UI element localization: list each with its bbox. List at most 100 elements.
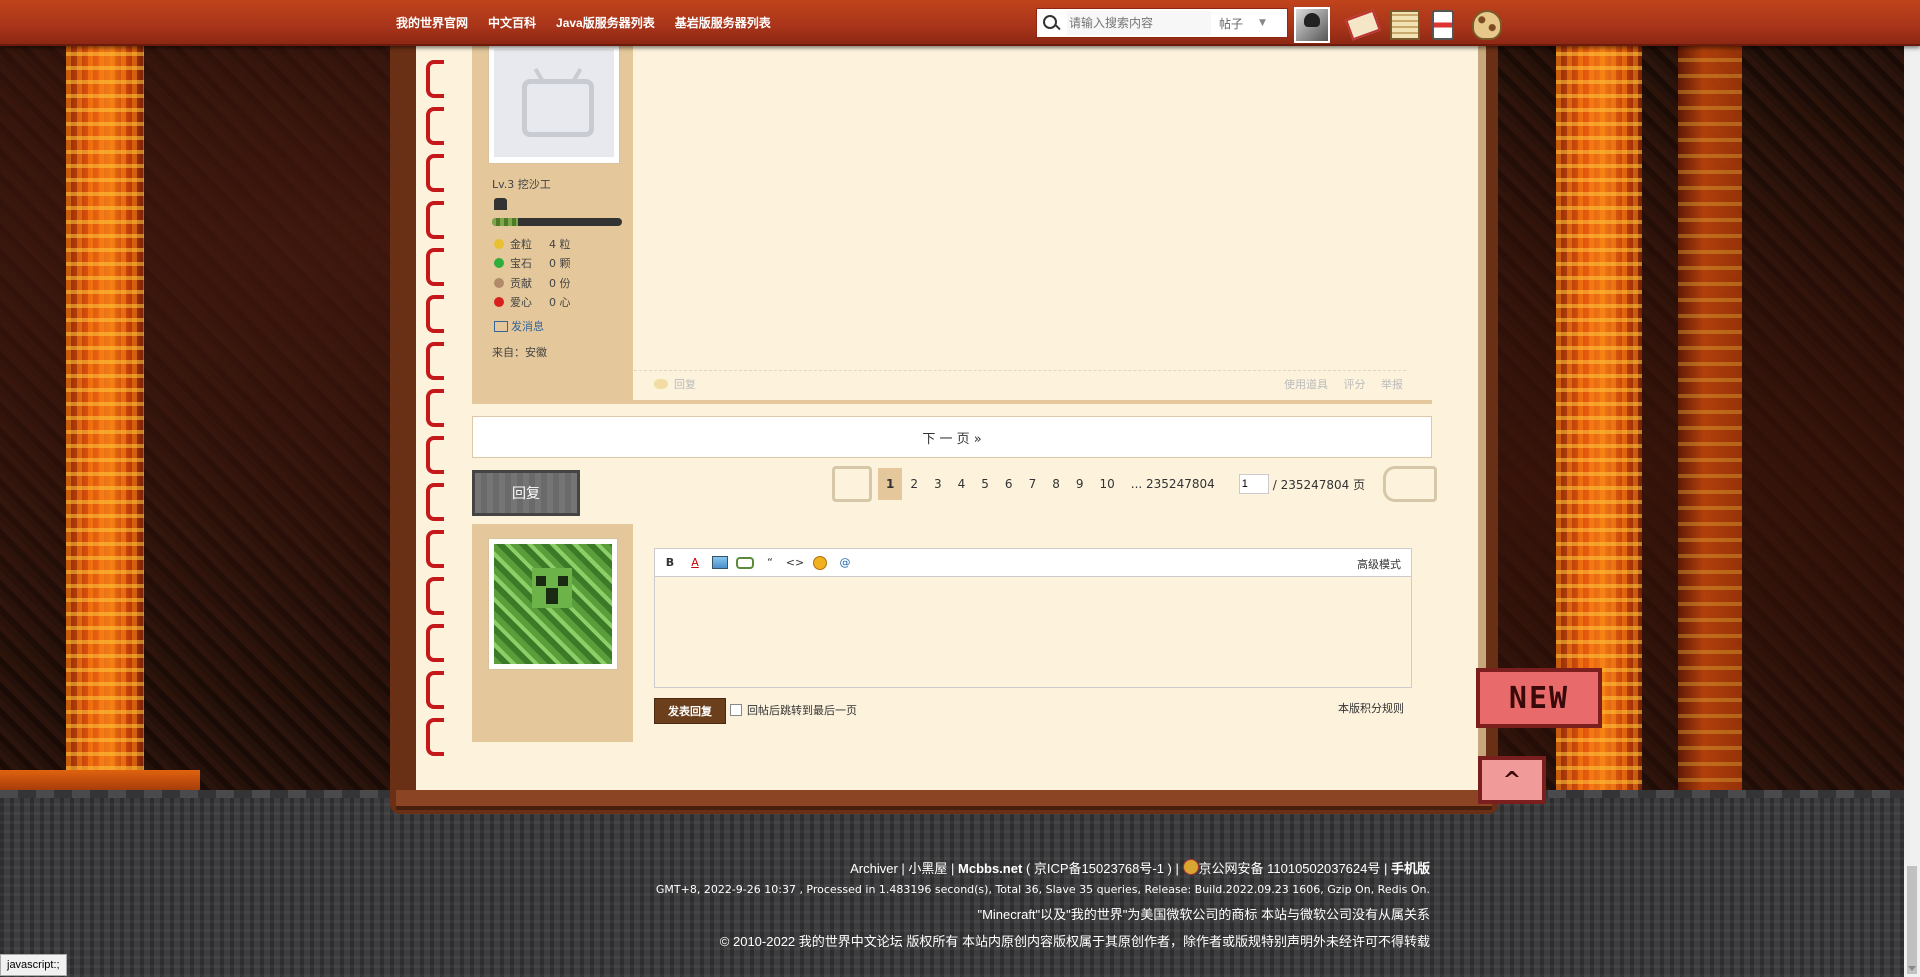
book-ring: [426, 248, 444, 286]
footer-icp[interactable]: ( 京ICP备15023768号-1 ): [1026, 861, 1172, 876]
page-jump-input[interactable]: [1238, 474, 1269, 494]
mail-icon: [494, 320, 508, 332]
book-ring: [426, 530, 444, 568]
nav-link-bedrock-servers[interactable]: 基岩版服务器列表: [675, 14, 771, 31]
image-icon[interactable]: [711, 555, 729, 571]
search-type-select[interactable]: 帖子: [1219, 15, 1243, 32]
page-link[interactable]: 6: [997, 468, 1021, 500]
book-cover-bottom: [396, 790, 1492, 810]
page-link[interactable]: 5: [973, 468, 997, 500]
stat-contribution: 贡献 0 份: [494, 273, 571, 293]
page-link[interactable]: 2: [902, 468, 926, 500]
cookie-icon: [494, 277, 504, 288]
lava-fall-left: [66, 46, 144, 798]
search-box: 帖子 ▼: [1036, 8, 1288, 38]
cookie-icon[interactable]: [1472, 10, 1502, 40]
chevron-down-icon[interactable]: ▼: [1259, 18, 1266, 28]
advanced-mode-link[interactable]: 高级模式: [1357, 556, 1401, 572]
author-avatar[interactable]: [488, 44, 620, 164]
reply-button[interactable]: 回复: [472, 470, 580, 516]
pagination: 1 2 3 4 5 6 7 8 9 10 ... 235247804 / 235…: [832, 466, 1443, 502]
post-actions: 使用道具 评分 举报: [1272, 376, 1403, 392]
smile-icon[interactable]: [811, 555, 829, 571]
book-ring: [426, 201, 444, 239]
jump-last-checkbox[interactable]: [730, 704, 742, 716]
send-message-link[interactable]: 发消息: [494, 318, 544, 334]
back-arrow-icon[interactable]: [832, 466, 872, 502]
nav-link-wiki[interactable]: 中文百科: [488, 14, 536, 31]
police-badge-icon: [1182, 859, 1199, 875]
scroll-thumb[interactable]: [1907, 866, 1917, 974]
search-input[interactable]: [1067, 11, 1211, 35]
top-navbar: 我的世界官网 中文百科 Java版服务器列表 基岩版服务器列表 帖子 ▼: [0, 0, 1920, 46]
book-ring: [426, 60, 444, 98]
footer-stats: GMT+8, 2022-9-26 10:37 , Processed in 1.…: [655, 883, 1430, 896]
stat-love: 爱心 0 心: [494, 293, 571, 313]
footer-copyright: © 2010-2022 我的世界中文论坛 版权所有 本站内原创内容版权属于其原创…: [719, 934, 1430, 949]
creeper-avatar-image: [494, 544, 612, 664]
footer-link-blackroom[interactable]: 小黑屋: [908, 861, 947, 876]
page-current[interactable]: 1: [878, 468, 903, 500]
page-link[interactable]: 7: [1021, 468, 1045, 500]
footer-mobile-link[interactable]: 手机版: [1391, 861, 1430, 876]
footer-link-site[interactable]: Mcbbs.net: [958, 861, 1022, 876]
potion-icon[interactable]: [1432, 10, 1454, 40]
footer-police[interactable]: 京公网安备 11010502037624号: [1199, 861, 1381, 876]
book-ring: [426, 624, 444, 662]
submit-reply-button[interactable]: 发表回复: [654, 698, 726, 724]
report-link[interactable]: 举报: [1381, 378, 1403, 391]
forward-arrow-icon[interactable]: [1383, 466, 1438, 502]
reply-editor: B A “ <> @ 高级模式: [654, 548, 1412, 688]
current-user-avatar[interactable]: [488, 538, 618, 670]
user-avatar[interactable]: [1294, 7, 1330, 43]
emerald-icon: [494, 258, 504, 269]
use-tools-link[interactable]: 使用道具: [1284, 378, 1328, 391]
new-badge[interactable]: NEW: [1476, 668, 1602, 728]
page-link[interactable]: 4: [950, 468, 974, 500]
lava-fall-far-right: [1678, 46, 1742, 798]
nav-link-java-servers[interactable]: Java版服务器列表: [556, 14, 655, 31]
search-icon[interactable]: [1037, 10, 1063, 36]
book-ring: [426, 389, 444, 427]
post-reply-link[interactable]: 回复: [654, 376, 696, 392]
page-scrollbar[interactable]: [1904, 0, 1920, 977]
bold-button[interactable]: B: [661, 555, 679, 571]
back-to-top-button[interactable]: ^: [1478, 756, 1546, 804]
author-stats: 金粒 4 粒 宝石 0 颗 贡献 0 份 爱心 0 心: [494, 234, 571, 312]
apple-icon: [494, 297, 504, 308]
scroll-down-arrow-icon[interactable]: [1908, 966, 1916, 971]
page-link[interactable]: 10: [1091, 468, 1122, 500]
mention-button[interactable]: @: [836, 555, 854, 571]
page-last[interactable]: ... 235247804: [1123, 468, 1223, 500]
mail-envelope-icon[interactable]: [1345, 9, 1381, 41]
author-rank: Lv.3 挖沙工: [492, 178, 551, 191]
reply-textarea[interactable]: [659, 581, 1403, 683]
experience-fill: [492, 218, 518, 226]
font-color-button[interactable]: A: [686, 555, 704, 571]
page-link[interactable]: 8: [1044, 468, 1068, 500]
next-page-button[interactable]: 下 一 页 »: [472, 416, 1432, 458]
jump-last-label: 回帖后跳转到最后一页: [747, 704, 857, 717]
book-ring: [426, 483, 444, 521]
stat-gold: 金粒 4 粒: [494, 234, 571, 254]
quote-button[interactable]: “: [761, 555, 779, 571]
crafting-table-icon[interactable]: [1390, 10, 1420, 40]
book-ring: [426, 342, 444, 380]
rate-link[interactable]: 评分: [1344, 378, 1366, 391]
page-link[interactable]: 9: [1068, 468, 1092, 500]
nav-link-official[interactable]: 我的世界官网: [396, 14, 468, 31]
book-ring: [426, 436, 444, 474]
book-ring: [426, 295, 444, 333]
footer-link-archiver[interactable]: Archiver: [850, 861, 898, 876]
nav-links: 我的世界官网 中文百科 Java版服务器列表 基岩版服务器列表: [396, 0, 791, 44]
link-icon[interactable]: [736, 555, 754, 571]
post-separator: [472, 400, 1432, 404]
experience-bar: [492, 218, 622, 226]
board-rules-link[interactable]: 本版积分规则: [1338, 700, 1404, 716]
site-footer: Archiver | 小黑屋 | Mcbbs.net ( 京ICP备150237…: [0, 858, 1430, 958]
book-ring: [426, 154, 444, 192]
page-total: / 235247804 页: [1272, 477, 1366, 492]
page-link[interactable]: 3: [926, 468, 950, 500]
minecart-icon: [494, 198, 507, 210]
code-button[interactable]: <>: [786, 555, 804, 571]
